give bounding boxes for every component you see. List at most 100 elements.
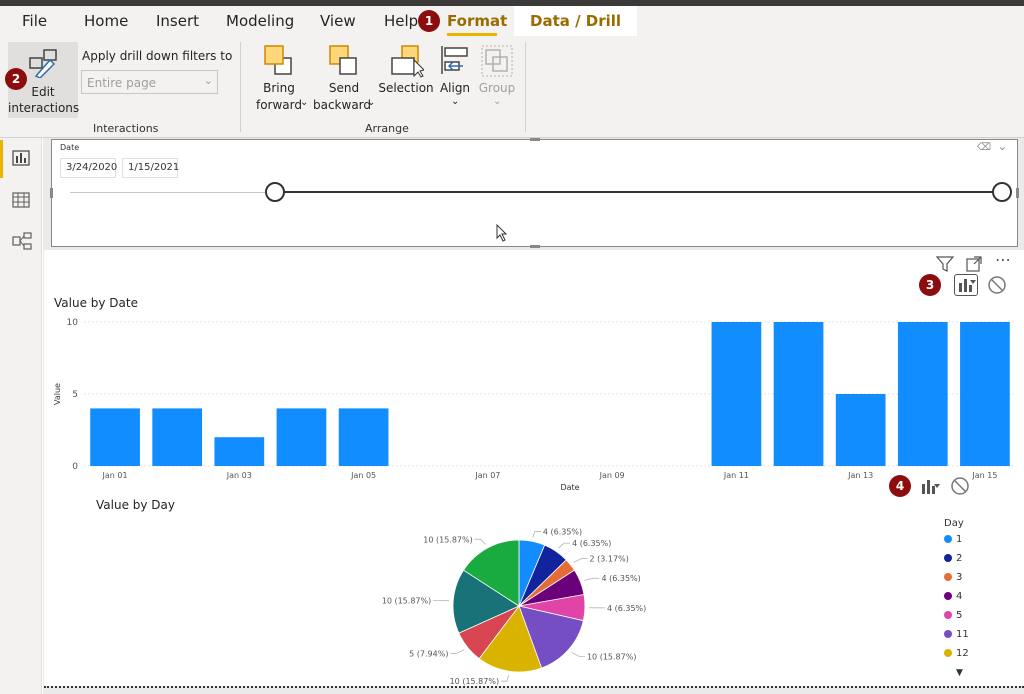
legend-item-label: 4: [956, 591, 963, 602]
apply-drill-select-value: Entire page: [87, 76, 157, 90]
legend-item-label: 11: [956, 629, 969, 640]
legend-color-dot: [944, 554, 952, 562]
x-tick-label: Jan 05: [350, 471, 376, 480]
left-view-nav: [0, 138, 42, 694]
bar: [897, 322, 948, 466]
tab-file[interactable]: File: [22, 12, 47, 30]
legend-color-dot: [944, 630, 952, 638]
ribbon-panel: Edit interactions 2 Apply drill down fil…: [0, 38, 1024, 138]
legend-item[interactable]: 1: [944, 534, 962, 545]
slicer-end-date-input[interactable]: 1/15/2021: [122, 158, 179, 178]
x-axis-title: Date: [560, 483, 579, 492]
page-bottom-boundary: [44, 686, 1024, 688]
chevron-down-icon[interactable]: ⌄: [998, 140, 1007, 153]
x-tick-label: Jan 01: [102, 471, 128, 480]
pie-data-label: 4 (6.35%): [543, 528, 582, 537]
resize-handle[interactable]: [530, 245, 540, 248]
selection-button[interactable]: Selection: [378, 42, 434, 118]
filter-icon[interactable]: [936, 256, 954, 272]
group-button[interactable]: Group ⌄: [476, 42, 518, 118]
legend-item-label: 1: [956, 534, 963, 545]
filter-interaction-button[interactable]: [954, 274, 978, 296]
chevron-down-icon: ⌄: [451, 96, 460, 107]
y-tick-label: 0: [72, 462, 78, 472]
no-interaction-icon[interactable]: [987, 275, 1007, 295]
tab-modeling[interactable]: Modeling: [226, 12, 294, 30]
send-backward-label-2: backward: [312, 98, 372, 112]
slicer-title: Date: [60, 143, 80, 152]
align-icon: [441, 46, 468, 74]
selection-label: Selection: [378, 81, 434, 95]
eraser-icon[interactable]: ⌫: [977, 142, 991, 153]
date-slicer[interactable]: Date ⌫ ⌄ 3/24/2020 1/15/2021: [50, 138, 1019, 248]
tab-view[interactable]: View: [320, 12, 356, 30]
slicer-end-handle[interactable]: [992, 182, 1012, 202]
bar: [338, 408, 389, 466]
pie-label-leader: [558, 542, 571, 549]
slicer-start-date-input[interactable]: 3/24/2020: [60, 158, 117, 178]
chevron-down-icon: ⌄: [493, 96, 502, 107]
group-icon: [481, 45, 513, 77]
more-options-icon[interactable]: ⋯: [995, 250, 1011, 269]
step-badge-2: 2: [5, 68, 27, 90]
pie-label-leader: [501, 675, 509, 682]
bar-chart: 0 5 10 Jan 01 Jan 03 Jan 05 Jan 07 Jan 09 Jan 11…: [53, 318, 1016, 492]
bring-forward-label-1: Bring: [263, 81, 295, 95]
slicer-start-handle[interactable]: [265, 182, 285, 202]
legend-color-dot: [944, 649, 952, 657]
tab-help[interactable]: Help: [384, 12, 418, 30]
resize-handle[interactable]: [50, 188, 53, 198]
filter-interaction-icon[interactable]: [921, 478, 941, 494]
pie-data-label: 10 (15.87%): [423, 535, 472, 544]
pie-data-label: 4 (6.35%): [572, 539, 611, 548]
pie-data-label: 5 (7.94%): [409, 649, 448, 658]
legend-color-dot: [944, 592, 952, 600]
legend-item[interactable]: 12: [944, 648, 969, 659]
tab-insert[interactable]: Insert: [156, 12, 199, 30]
y-tick-label: 5: [72, 390, 78, 400]
x-tick-label: Jan 11: [723, 471, 749, 480]
no-interaction-icon[interactable]: [950, 476, 970, 496]
tab-data-drill[interactable]: Data / Drill: [514, 6, 638, 36]
legend-item[interactable]: 4: [944, 591, 962, 602]
legend-item[interactable]: 3: [944, 572, 962, 583]
bar: [90, 408, 140, 466]
legend-item-label: 2: [956, 553, 963, 564]
report-view-icon[interactable]: [12, 150, 30, 166]
bar-chart-title: Value by Date: [54, 296, 138, 310]
legend-item[interactable]: 2: [944, 553, 962, 564]
send-backward-button[interactable]: Send backward ⌄: [312, 42, 376, 118]
model-view-icon[interactable]: [12, 232, 32, 250]
pie-label-leader: [571, 652, 585, 657]
pie-label-leader: [584, 577, 600, 581]
arrange-group-label: Arrange: [365, 122, 409, 135]
apply-drill-select[interactable]: Entire page ⌄: [81, 70, 218, 94]
bar: [773, 322, 824, 466]
legend-scroll-down-icon[interactable]: ▼: [956, 668, 963, 678]
send-backward-icon: [329, 45, 357, 75]
bring-forward-button[interactable]: Bring forward ⌄: [250, 42, 308, 118]
x-tick-label: Jan 15: [971, 471, 997, 480]
bar: [152, 408, 203, 466]
edit-interactions-icon: [29, 49, 57, 78]
legend-item[interactable]: 11: [944, 629, 969, 640]
legend-item[interactable]: 5: [944, 610, 962, 621]
tab-format[interactable]: Format: [447, 12, 507, 30]
data-view-icon[interactable]: [12, 192, 30, 208]
align-label: Align: [439, 81, 471, 95]
tab-home[interactable]: Home: [84, 12, 128, 30]
mouse-cursor-icon: [496, 224, 508, 242]
resize-handle[interactable]: [530, 138, 540, 141]
pie-data-label: 4 (6.35%): [607, 604, 646, 613]
align-button[interactable]: Align ⌄: [436, 42, 474, 118]
pie-chart: 4 (6.35%) 4 (6.35%) 2 (3.17%) 4 (6.35%) 4 (6…: [382, 528, 647, 686]
bar: [960, 322, 1010, 466]
pie-data-label: 4 (6.35%): [601, 574, 640, 583]
focus-mode-icon[interactable]: [966, 256, 982, 272]
bring-forward-icon: [264, 45, 292, 75]
pie-data-label: 10 (15.87%): [450, 677, 499, 686]
edit-interactions-label-2: interactions: [8, 101, 80, 115]
pie-label-leader: [573, 558, 588, 563]
resize-handle[interactable]: [1016, 188, 1019, 198]
legend-color-dot: [944, 573, 952, 581]
